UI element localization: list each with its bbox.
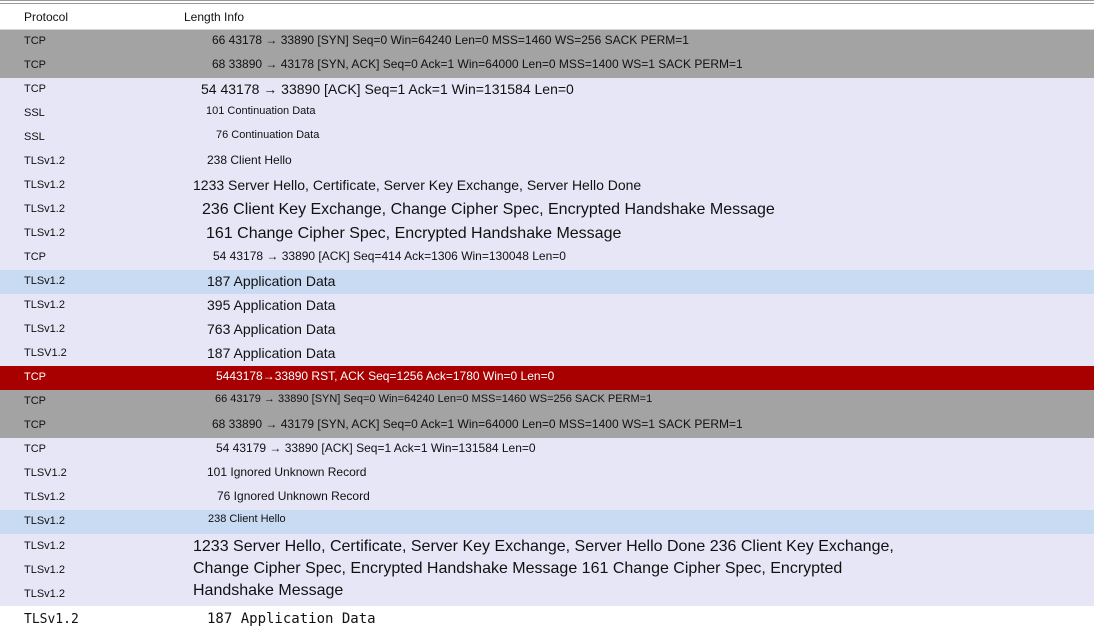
info-cell: 101 Ignored Unknown Record xyxy=(207,465,367,479)
info-cell: 101 Continuation Data xyxy=(206,105,316,117)
info-cell: 54 43179 → 33890 [ACK] Seq=1 Ack=1 Win=1… xyxy=(216,441,536,455)
packet-row-selected[interactable]: TCP 5443178→33890 RST, ACK Seq=1256 Ack=… xyxy=(0,366,1094,390)
info-cell: 68 33890 → 43178 [SYN, ACK] Seq=0 Ack=1 … xyxy=(212,57,743,71)
protocol-cell: TLSV1.2 xyxy=(24,467,67,479)
column-header: Protocol Length Info xyxy=(0,4,1094,30)
protocol-cell: TCP xyxy=(24,443,46,455)
packet-row[interactable]: TLSv1.2 1233 Server Hello, Certificate, … xyxy=(0,174,1094,198)
protocol-cell: TCP xyxy=(24,83,46,95)
packet-list: TCP 66 43178 → 33890 [SYN] Seq=0 Win=642… xyxy=(0,30,1094,627)
protocol-cell: TCP xyxy=(24,395,46,407)
info-cell: 1233 Server Hello, Certificate, Server K… xyxy=(193,538,894,599)
info-cell: 68 33890 → 43179 [SYN, ACK] Seq=0 Ack=1 … xyxy=(212,417,743,431)
packet-row[interactable]: TCP 54 43179 → 33890 [ACK] Seq=1 Ack=1 W… xyxy=(0,438,1094,462)
info-cell: 236 Client Key Exchange, Change Cipher S… xyxy=(202,201,775,218)
protocol-cell: TLSv1.2 xyxy=(24,299,65,311)
info-cell: 187 Application Data xyxy=(207,345,336,361)
protocol-cell: TLSv1.2 TLSv1.2 TLSv1.2 xyxy=(24,540,65,600)
packet-row[interactable]: TLSv1.2 238 Client Hello xyxy=(0,510,1094,534)
info-cell: 187 Application Data xyxy=(207,273,336,289)
packet-row[interactable]: TLSv1.2 236 Client Key Exchange, Change … xyxy=(0,198,1094,222)
packet-row[interactable]: TCP 54 43178 → 33890 [ACK] Seq=414 Ack=1… xyxy=(0,246,1094,270)
info-cell: 238 Client Hello xyxy=(207,153,292,167)
packet-row[interactable]: TCP 54 43178 → 33890 [ACK] Seq=1 Ack=1 W… xyxy=(0,78,1094,102)
info-cell: 395 Application Data xyxy=(207,297,336,313)
info-cell: 1233 Server Hello, Certificate, Server K… xyxy=(193,177,642,193)
protocol-cell: TCP xyxy=(24,371,46,383)
protocol-cell: TLSV1.2 xyxy=(24,347,67,359)
protocol-cell: SSL xyxy=(24,107,45,119)
protocol-cell: TLSv1.2 xyxy=(24,612,79,627)
protocol-cell: TLSv1.2 xyxy=(24,155,65,167)
packet-row[interactable]: SSL 101 Continuation Data xyxy=(0,102,1094,126)
info-cell: 76 Continuation Data xyxy=(216,129,320,141)
info-cell: 66 43178 → 33890 [SYN] Seq=0 Win=64240 L… xyxy=(212,33,689,47)
protocol-cell: TCP xyxy=(24,35,46,47)
packet-row[interactable]: TLSV1.2 101 Ignored Unknown Record xyxy=(0,462,1094,486)
packet-row[interactable]: TLSv1.2 76 Ignored Unknown Record xyxy=(0,486,1094,510)
protocol-cell: TCP xyxy=(24,251,46,263)
info-cell: 5443178→33890 RST, ACK Seq=1256 Ack=1780… xyxy=(216,369,555,383)
packet-row[interactable]: TCP 68 33890 → 43179 [SYN, ACK] Seq=0 Ac… xyxy=(0,414,1094,438)
column-header-protocol[interactable]: Protocol xyxy=(24,10,68,24)
protocol-cell: TLSv1.2 xyxy=(24,227,65,239)
info-cell: 76 Ignored Unknown Record xyxy=(217,489,370,503)
info-cell: 763 Application Data xyxy=(207,321,336,337)
protocol-cell: TLSv1.2 xyxy=(24,203,65,215)
packet-row[interactable]: TLSV1.2 187 Application Data xyxy=(0,342,1094,366)
packet-row[interactable]: TLSv1.2 395 Application Data xyxy=(0,294,1094,318)
protocol-cell: TCP xyxy=(24,59,46,71)
packet-row[interactable]: SSL 76 Continuation Data xyxy=(0,126,1094,150)
info-cell: 54 43178 → 33890 [ACK] Seq=414 Ack=1306 … xyxy=(213,249,566,263)
packet-row[interactable]: TCP 66 43178 → 33890 [SYN] Seq=0 Win=642… xyxy=(0,30,1094,54)
protocol-cell: TLSv1.2 xyxy=(24,323,65,335)
info-cell: 161 Change Cipher Spec, Encrypted Handsh… xyxy=(206,225,622,242)
protocol-cell: TLSv1.2 xyxy=(24,179,65,191)
packet-row[interactable]: TLSv1.2 187 Application Data xyxy=(0,270,1094,294)
protocol-cell: SSL xyxy=(24,131,45,143)
info-cell: 187 Application Data xyxy=(207,611,376,627)
packet-row[interactable]: TLSv1.2 763 Application Data xyxy=(0,318,1094,342)
info-cell: 66 43179 → 33890 [SYN] Seq=0 Win=64240 L… xyxy=(215,393,653,405)
packet-row[interactable]: TLSv1.2 238 Client Hello xyxy=(0,150,1094,174)
packet-row[interactable]: TCP 68 33890 → 43178 [SYN, ACK] Seq=0 Ac… xyxy=(0,54,1094,78)
info-cell: 54 43178 → 33890 [ACK] Seq=1 Ack=1 Win=1… xyxy=(201,81,574,97)
protocol-cell: TCP xyxy=(24,419,46,431)
protocol-cell: TLSv1.2 xyxy=(24,275,65,287)
packet-row[interactable]: TLSv1.2 161 Change Cipher Spec, Encrypte… xyxy=(0,222,1094,246)
info-cell: 238 Client Hello xyxy=(208,513,286,525)
packet-row[interactable]: TCP 66 43179 → 33890 [SYN] Seq=0 Win=642… xyxy=(0,390,1094,414)
protocol-cell: TLSv1.2 xyxy=(24,491,65,503)
packet-row[interactable]: TLSv1.2 TLSv1.2 TLSv1.2 1233 Server Hell… xyxy=(0,534,1094,606)
column-header-length-info[interactable]: Length Info xyxy=(184,10,244,24)
protocol-cell: TLSv1.2 xyxy=(24,515,65,527)
